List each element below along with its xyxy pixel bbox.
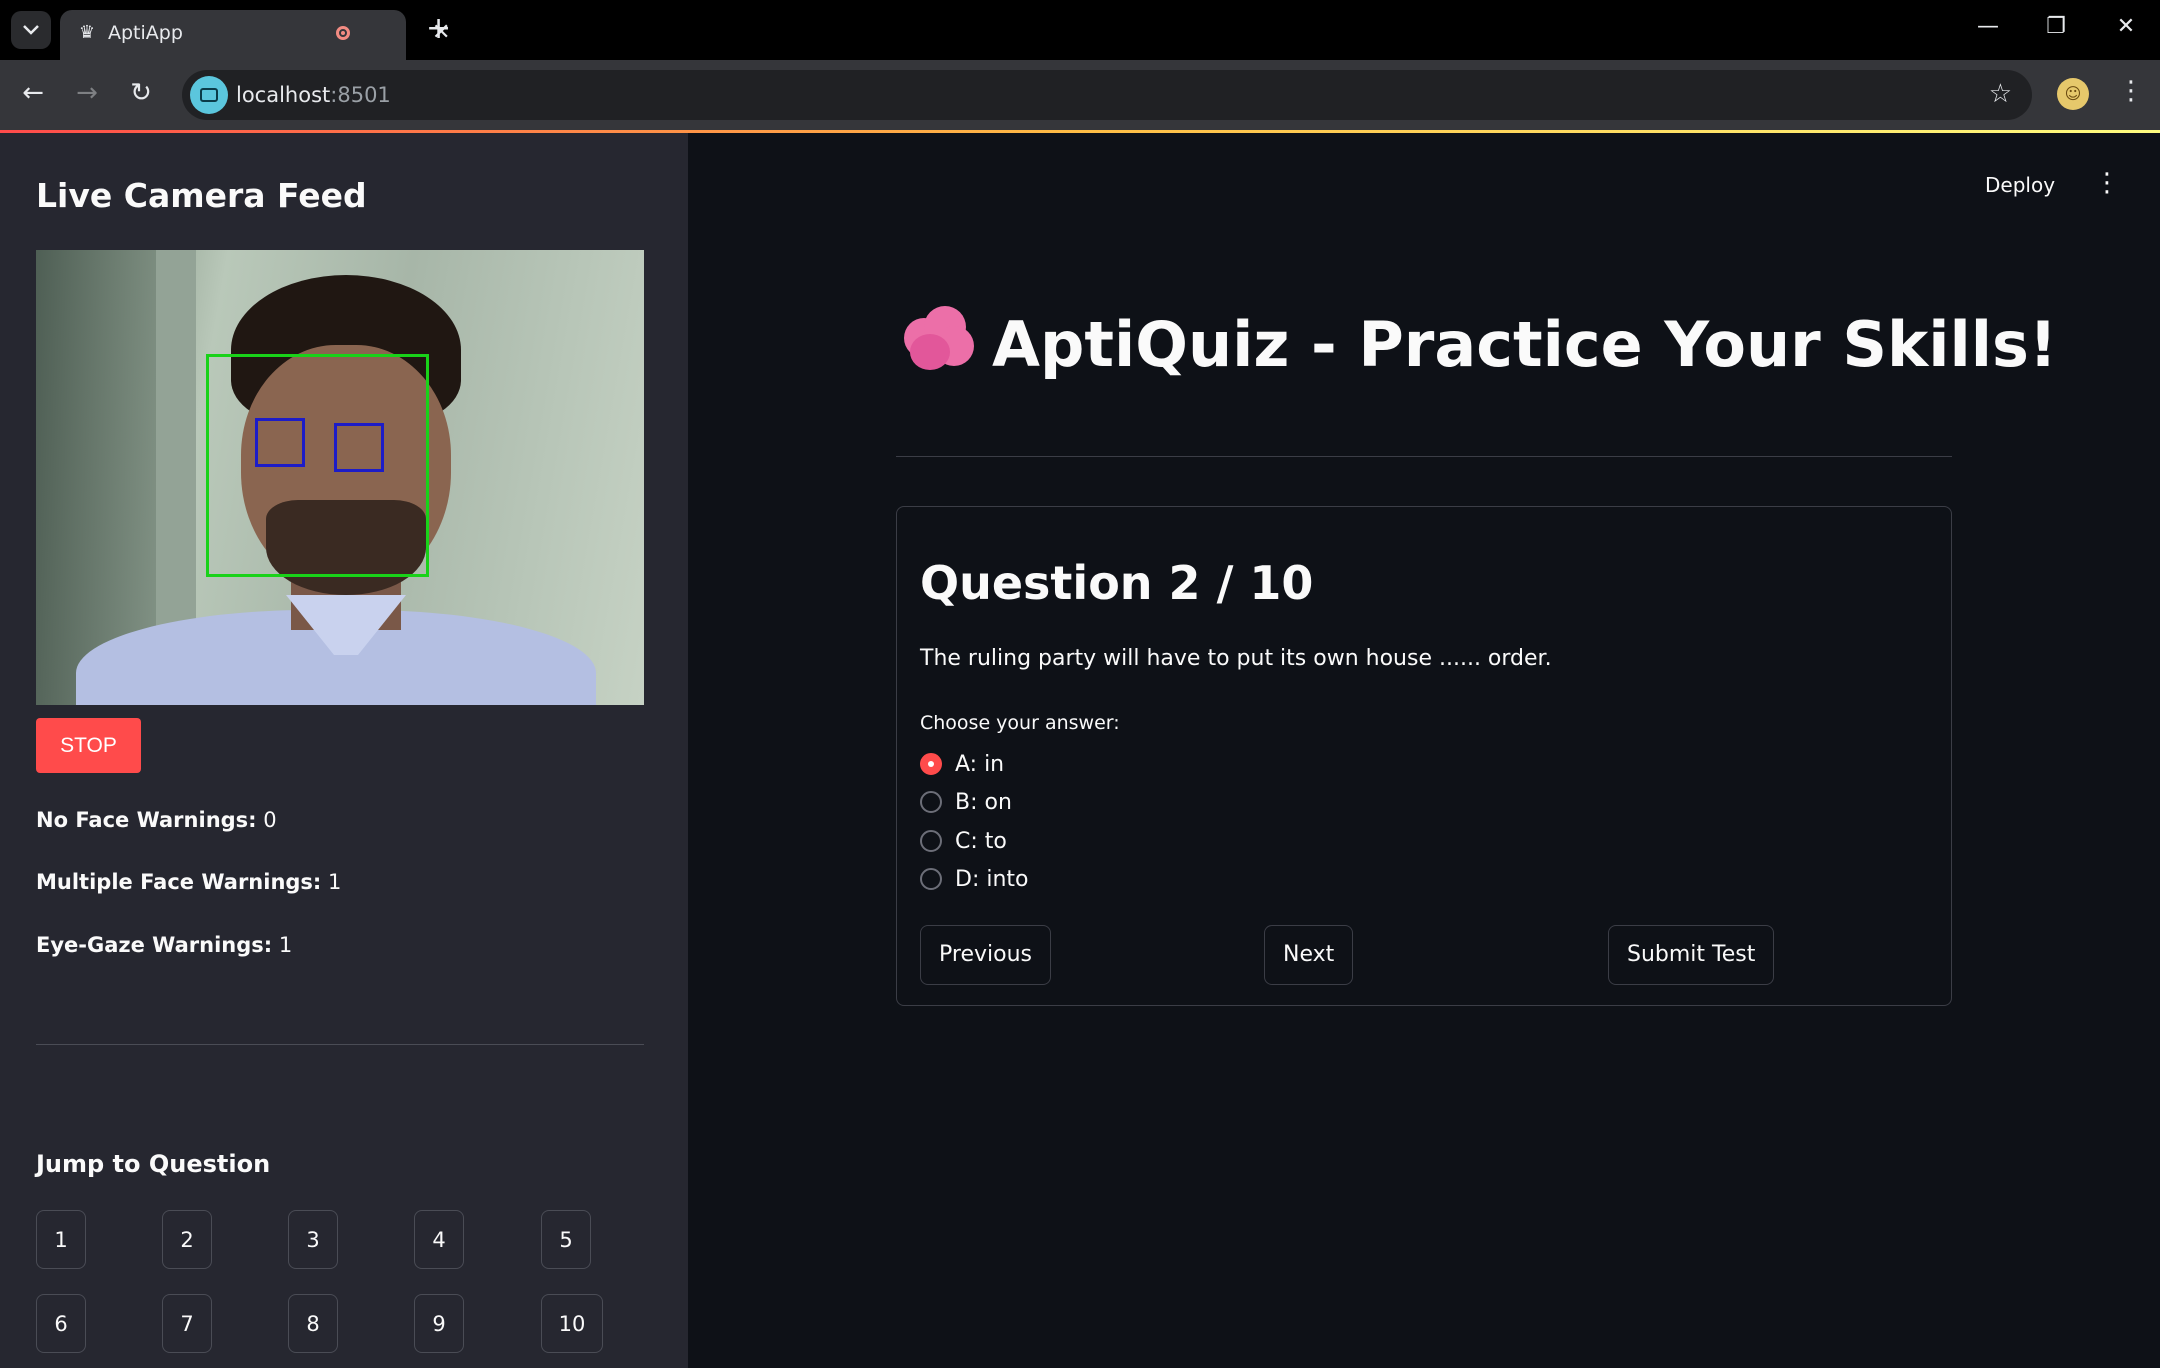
forward-icon[interactable]: → — [70, 78, 104, 108]
url-text: localhost:8501 — [236, 83, 391, 107]
browser-menu-icon[interactable]: ⋮ — [2118, 76, 2144, 106]
bookmark-star-icon[interactable]: ☆ — [1989, 79, 2012, 109]
profile-avatar[interactable]: ☺ — [2057, 78, 2089, 110]
jump-question-10-button[interactable]: 10 — [541, 1294, 603, 1353]
window-close-icon[interactable]: ✕ — [2106, 12, 2146, 42]
option-c[interactable]: C: to — [920, 824, 1007, 858]
eye-detection-box-right — [334, 423, 384, 472]
eye-detection-box-left — [255, 418, 305, 467]
tab-title: AptiApp — [108, 22, 183, 44]
radio-icon[interactable] — [920, 791, 942, 813]
jump-question-1-button[interactable]: 1 — [36, 1210, 86, 1269]
option-b[interactable]: B: on — [920, 785, 1012, 819]
radio-icon[interactable] — [920, 830, 942, 852]
brain-icon — [900, 304, 976, 374]
recording-indicator-icon — [336, 26, 350, 40]
browser-toolbar: ← → ↻ localhost:8501 ☆ ☺ ⋮ — [0, 60, 2160, 130]
restore-icon[interactable]: ❐ — [2036, 12, 2076, 42]
address-bar[interactable]: localhost:8501 ☆ — [182, 70, 2032, 120]
jump-question-4-button[interactable]: 4 — [414, 1210, 464, 1269]
sidebar: Live Camera Feed STOP No Face Warnings: … — [0, 133, 688, 1368]
jump-question-2-button[interactable]: 2 — [162, 1210, 212, 1269]
camera-permission-icon[interactable] — [190, 76, 228, 114]
eye-gaze-warnings: Eye-Gaze Warnings: 1 — [36, 933, 293, 957]
no-face-warnings: No Face Warnings: 0 — [36, 808, 277, 832]
sidebar-divider — [36, 1044, 644, 1045]
chevron-down-icon — [23, 25, 39, 35]
previous-button[interactable]: Previous — [920, 925, 1051, 985]
jump-question-7-button[interactable]: 7 — [162, 1294, 212, 1353]
option-a[interactable]: A: in — [920, 747, 1004, 781]
deploy-button[interactable]: Deploy — [1985, 170, 2055, 200]
new-tab-icon[interactable]: + — [426, 14, 451, 44]
radio-selected-icon[interactable] — [920, 753, 942, 775]
jump-question-5-button[interactable]: 5 — [541, 1210, 591, 1269]
question-heading: Question 2 / 10 — [920, 556, 1314, 610]
jump-question-3-button[interactable]: 3 — [288, 1210, 338, 1269]
browser-tab[interactable]: ♛ AptiApp ✕ — [60, 10, 450, 60]
camera-feed — [36, 250, 644, 705]
question-card: Question 2 / 10 The ruling party will ha… — [896, 506, 1952, 1006]
main-menu-icon[interactable]: ⋮ — [2094, 168, 2120, 198]
jump-question-8-button[interactable]: 8 — [288, 1294, 338, 1353]
question-text: The ruling party will have to put its ow… — [920, 646, 1552, 671]
jump-to-question-heading: Jump to Question — [36, 1150, 271, 1178]
answer-label: Choose your answer: — [920, 712, 1120, 734]
back-icon[interactable]: ← — [16, 78, 50, 108]
sidebar-title: Live Camera Feed — [36, 176, 367, 215]
next-button[interactable]: Next — [1264, 925, 1354, 985]
face-detection-box — [206, 354, 429, 577]
title-divider — [896, 456, 1952, 457]
reload-icon[interactable]: ↻ — [124, 78, 158, 108]
tab-search-button[interactable] — [11, 11, 51, 49]
radio-icon[interactable] — [920, 868, 942, 890]
minimize-icon[interactable]: — — [1968, 12, 2008, 42]
jump-question-6-button[interactable]: 6 — [36, 1294, 86, 1353]
browser-tab-bar: ♛ AptiApp ✕ + — ❐ ✕ — [0, 0, 2160, 60]
option-d[interactable]: D: into — [920, 862, 1029, 896]
multiple-face-warnings: Multiple Face Warnings: 1 — [36, 870, 342, 894]
crown-icon: ♛ — [78, 22, 96, 43]
jump-question-9-button[interactable]: 9 — [414, 1294, 464, 1353]
submit-test-button[interactable]: Submit Test — [1608, 925, 1775, 985]
page-title: AptiQuiz - Practice Your Skills! — [900, 300, 2057, 390]
stop-button[interactable]: STOP — [36, 718, 141, 773]
